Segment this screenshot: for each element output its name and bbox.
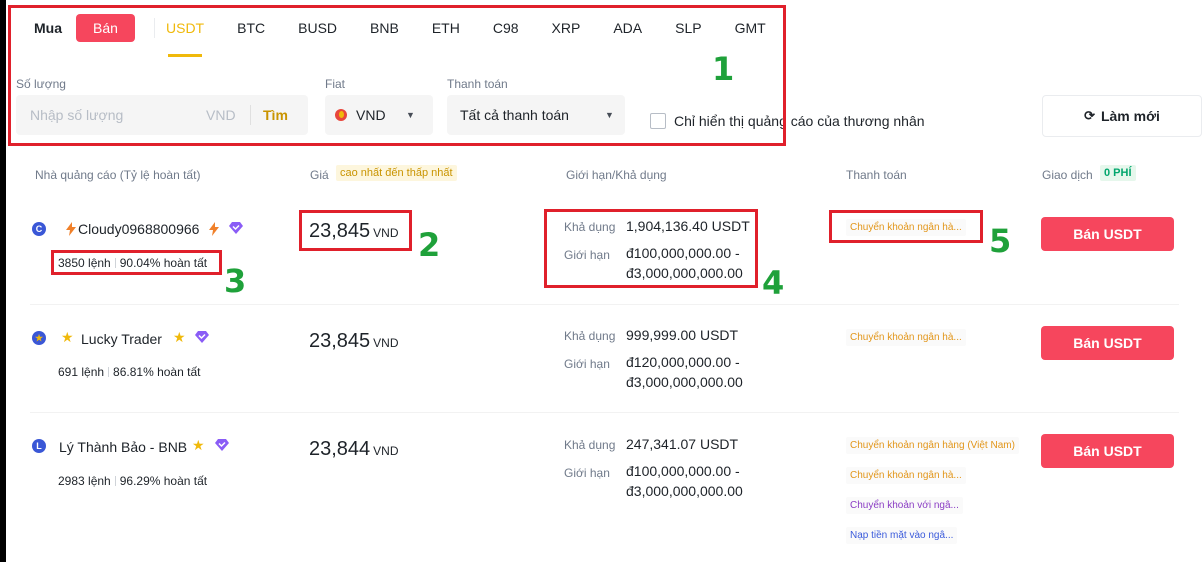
limit-header: Giới hạn/Khả dụng	[566, 168, 667, 182]
price: 23,845 VND	[309, 330, 399, 353]
available-label: Khả dụng	[564, 438, 616, 452]
sell-usdt-button[interactable]: Bán USDT	[1041, 434, 1174, 468]
star-icon: ★	[173, 329, 186, 345]
p2p-page: Mua Bán USDT BTC BUSD BNB ETH C98 XRP AD…	[6, 0, 1203, 562]
limit-min: đ120,000,000.00 -	[626, 354, 740, 370]
advertiser-stats: 2983 lệnh 96.29% hoàn tất	[58, 474, 207, 488]
verified-merchant-icon	[215, 439, 229, 451]
limit-max: đ3,000,000,000.00	[626, 483, 743, 499]
annotation-box-5	[829, 210, 983, 243]
order-count: 691 lệnh	[58, 365, 105, 379]
annotation-number-5: 5	[989, 222, 1012, 260]
limit-min: đ100,000,000.00 -	[626, 463, 740, 479]
annotation-number-4: 4	[762, 264, 785, 302]
payment-method-tag: Nạp tiền mặt vào ngâ...	[846, 527, 958, 544]
avatar: ★	[32, 331, 46, 345]
lightning-icon	[209, 222, 219, 236]
payment-method-tag: Chuyển khoản ngân hà...	[846, 467, 966, 484]
trade-header: Giao dịch	[1042, 168, 1093, 182]
price-header: Giá	[310, 168, 329, 182]
annotation-box-1	[8, 5, 786, 146]
payment-method-tag: Chuyển khoản ngân hà...	[846, 329, 966, 346]
star-icon: ★	[61, 329, 74, 345]
completion-rate: 96.29% hoàn tất	[119, 474, 208, 488]
annotation-number-1: 1	[712, 50, 735, 88]
price-value: 23,845	[309, 330, 371, 352]
star-icon: ★	[192, 437, 205, 453]
price-currency: VND	[373, 336, 399, 350]
annotation-number-2: 2	[418, 226, 441, 264]
refresh-label: Làm mới	[1100, 108, 1160, 124]
price-currency: VND	[373, 444, 399, 458]
sell-usdt-button[interactable]: Bán USDT	[1041, 326, 1174, 360]
order-count: 2983 lệnh	[58, 474, 111, 488]
avatar: C	[32, 222, 46, 236]
annotation-number-3: 3	[224, 262, 247, 300]
advertiser-name[interactable]: Cloudy0968800966	[78, 221, 199, 237]
annotation-box-4	[544, 209, 758, 288]
limit-label: Giới hạn	[564, 357, 610, 371]
lightning-icon	[66, 222, 76, 236]
avatar: L	[32, 439, 46, 453]
available-label: Khả dụng	[564, 329, 616, 343]
refresh-button[interactable]: ⟳ Làm mới	[1042, 95, 1202, 137]
available-value: 247,341.07 USDT	[626, 436, 739, 452]
limit-label: Giới hạn	[564, 466, 610, 480]
sell-usdt-button[interactable]: Bán USDT	[1041, 217, 1174, 251]
advertiser-stats: 691 lệnh 86.81% hoàn tất	[58, 365, 200, 379]
fee-badge: 0 PHÍ	[1100, 165, 1136, 181]
refresh-icon: ⟳	[1084, 108, 1095, 123]
row-divider	[30, 412, 1179, 413]
payment-header: Thanh toán	[846, 168, 907, 182]
price-sort-badge[interactable]: cao nhất đến thấp nhất	[336, 165, 457, 181]
annotation-box-2	[299, 210, 412, 251]
price-value: 23,844	[309, 438, 371, 460]
payment-method-tag: Chuyển khoản ngân hàng (Việt Nam)	[846, 437, 1019, 454]
advertiser-name[interactable]: Lý Thành Bảo - BNB	[59, 439, 187, 455]
verified-merchant-icon	[195, 331, 209, 343]
payment-method-tag: Chuyển khoản với ngâ...	[846, 497, 963, 514]
row-divider	[30, 304, 1179, 305]
verified-merchant-icon	[229, 222, 243, 234]
advertiser-header: Nhà quảng cáo (Tỷ lệ hoàn tất)	[35, 168, 201, 182]
available-value: 999,999.00 USDT	[626, 327, 739, 343]
completion-rate: 86.81% hoàn tất	[113, 365, 201, 379]
annotation-box-3	[51, 250, 222, 275]
limit-max: đ3,000,000,000.00	[626, 374, 743, 390]
star-icon: ★	[34, 332, 44, 343]
price: 23,844 VND	[309, 438, 399, 461]
advertiser-name[interactable]: Lucky Trader	[81, 331, 162, 347]
